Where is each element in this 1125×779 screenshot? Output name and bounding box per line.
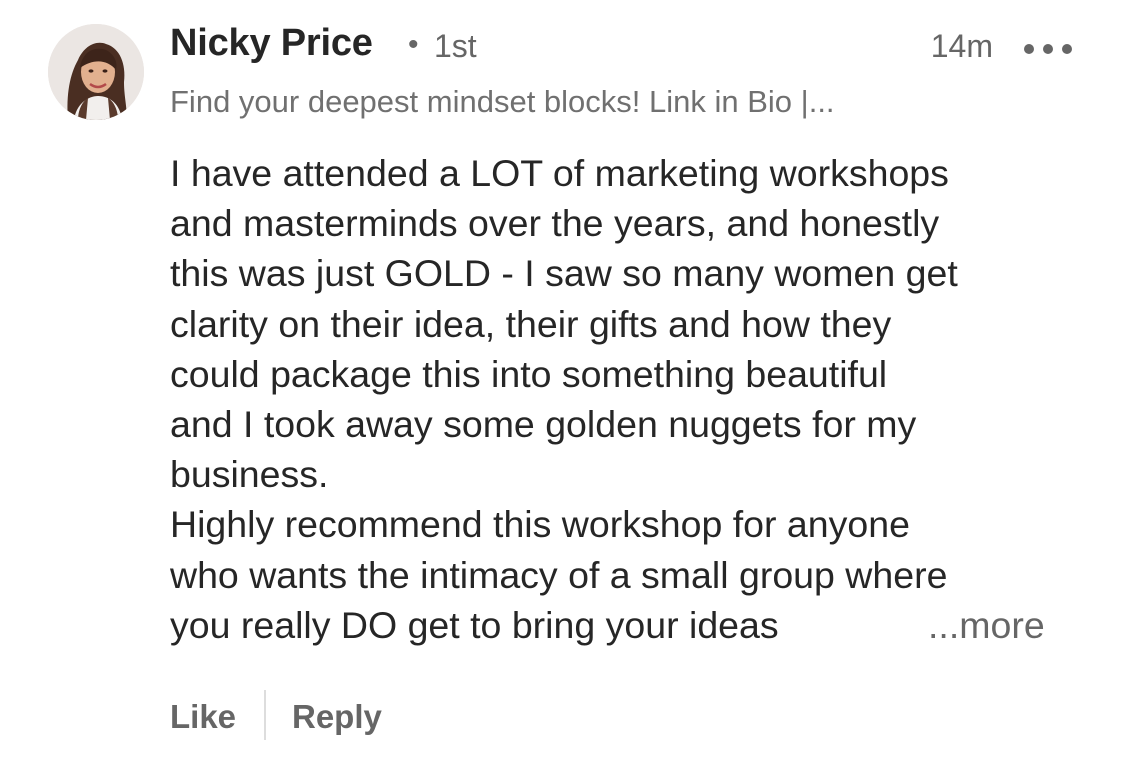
author-headline: Find your deepest mindset blocks! Link i… — [170, 84, 835, 119]
comment-line: clarity on their idea, their gifts and h… — [170, 302, 892, 345]
menu-dot — [1062, 44, 1072, 54]
comment-line: I have attended a LOT of marketing works… — [170, 152, 949, 194]
menu-dot — [1043, 44, 1053, 54]
comment-line: business. — [170, 453, 329, 496]
connection-degree: 1st — [434, 28, 477, 64]
like-button[interactable]: Like — [170, 698, 236, 736]
comment-line: Highly recommend this workshop for anyon… — [170, 503, 910, 546]
comment-timestamp: 14m — [930, 28, 993, 64]
avatar[interactable] — [48, 24, 144, 120]
more-options-icon[interactable] — [1024, 42, 1072, 56]
comment-line: and I took away some golden nuggets for … — [170, 403, 917, 446]
author-name[interactable]: Nicky Price — [170, 22, 373, 65]
comment-line: could package this into something beauti… — [170, 352, 888, 395]
comment-line: this was just GOLD - I saw so many women… — [170, 252, 958, 295]
name-separator: • — [408, 28, 419, 61]
reply-button[interactable]: Reply — [292, 698, 382, 736]
comment-body: I have attended a LOT of marketing works… — [170, 148, 1090, 650]
action-divider — [264, 690, 266, 740]
comment-line: who wants the intimacy of a small group … — [170, 553, 948, 596]
comment-line: and masterminds over the years, and hone… — [170, 202, 940, 245]
menu-dot — [1024, 44, 1034, 54]
profile-photo — [48, 24, 144, 120]
see-more-link[interactable]: ...more — [928, 600, 1045, 650]
